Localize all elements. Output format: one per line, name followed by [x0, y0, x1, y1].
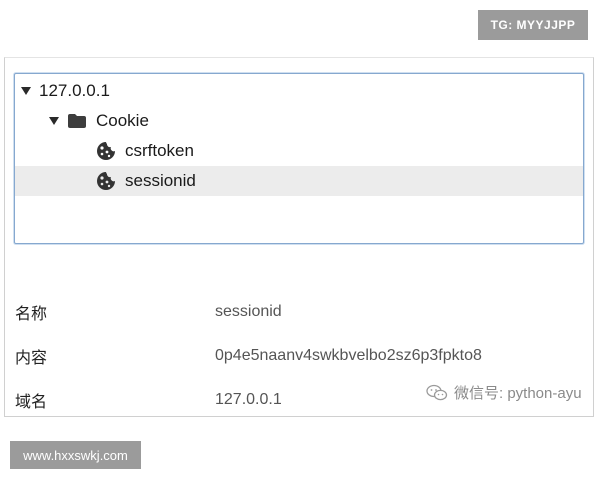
tg-watermark-badge: TG: MYYJJPP [478, 10, 588, 40]
wechat-watermark: 微信号: python-ayu [426, 382, 582, 403]
folder-icon [67, 113, 87, 129]
detail-label: 内容 [15, 350, 48, 367]
site-watermark-badge: www.hxxswkj.com [10, 441, 141, 469]
cookie-label: sessionid [125, 171, 196, 190]
cookie-tree[interactable]: 127.0.0.1 Cookie csrftoken sessionid [14, 73, 584, 244]
detail-row-name: 名称 sessionid [5, 300, 593, 324]
detail-value: 127.0.0.1 [215, 391, 282, 408]
cookie-icon [96, 171, 116, 191]
detail-value: sessionid [215, 303, 282, 320]
host-label: 127.0.0.1 [39, 81, 110, 100]
folder-label: Cookie [96, 111, 149, 130]
wechat-icon [426, 384, 448, 402]
detail-label: 域名 [15, 394, 48, 411]
cookie-label: csrftoken [125, 141, 194, 160]
cookie-inspector-panel: 127.0.0.1 Cookie csrftoken sessionid 名称 … [4, 57, 594, 417]
tree-row-host[interactable]: 127.0.0.1 [15, 76, 583, 106]
detail-row-content: 内容 0p4e5naanv4swkbvelbo2sz6p3fpkto8 [5, 344, 593, 368]
detail-value: 0p4e5naanv4swkbvelbo2sz6p3fpkto8 [215, 347, 482, 364]
disclosure-triangle-icon[interactable] [49, 117, 59, 125]
cookie-icon [96, 141, 116, 161]
disclosure-triangle-icon[interactable] [21, 87, 31, 95]
wechat-watermark-text: 微信号: python-ayu [454, 385, 582, 402]
tree-row-sessionid[interactable]: sessionid [15, 166, 583, 196]
tree-row-cookie-folder[interactable]: Cookie [15, 106, 583, 136]
detail-label: 名称 [15, 306, 48, 323]
tree-row-csrftoken[interactable]: csrftoken [15, 136, 583, 166]
